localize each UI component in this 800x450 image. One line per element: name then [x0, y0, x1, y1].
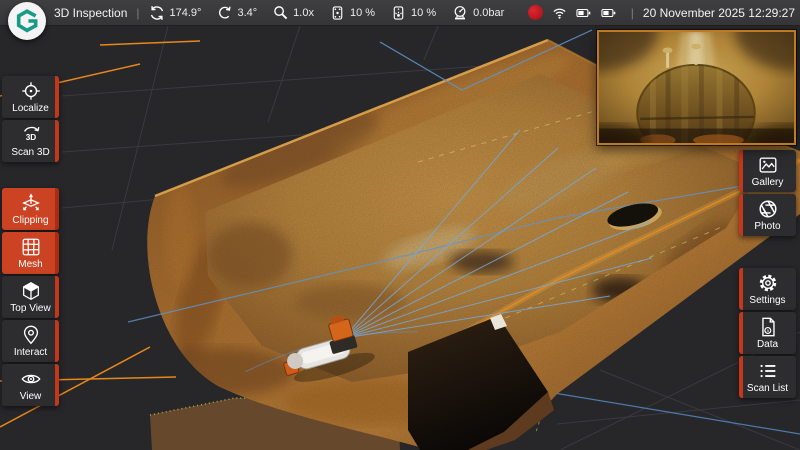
heading-readout: 174.9° [149, 5, 202, 21]
pressure-readout: 0.0bar [452, 5, 504, 21]
camera-preview-image [599, 32, 794, 143]
top-view-button[interactable]: Top View [2, 276, 59, 318]
sync-rotate-icon [149, 5, 165, 21]
gear-icon [757, 272, 779, 294]
button-label: Gallery [752, 177, 784, 188]
rear-light-value: 10 % [411, 7, 436, 19]
rear-light-icon [391, 5, 406, 21]
localize-button[interactable]: Localize [2, 76, 59, 118]
eye-icon [20, 368, 42, 390]
camera-preview[interactable] [597, 30, 796, 145]
logo-icon [14, 8, 40, 34]
scan-list-icon [757, 360, 779, 382]
photo-button[interactable]: Photo [739, 194, 796, 236]
separator: | [136, 6, 139, 20]
clipping-button[interactable]: Clipping [2, 188, 59, 230]
interact-button[interactable]: Interact [2, 320, 59, 362]
button-label: Localize [12, 103, 49, 114]
app-logo [8, 2, 46, 40]
data-file-icon: a [757, 316, 779, 338]
button-label: Interact [14, 347, 47, 358]
cube-icon [20, 280, 42, 302]
mesh-grid-icon [20, 236, 42, 258]
button-label: Clipping [12, 215, 48, 226]
svg-text:3D: 3D [25, 133, 36, 142]
battery-icon [574, 6, 593, 20]
datetime: 20 November 2025 12:29:27 [643, 6, 795, 20]
button-label: Data [757, 339, 778, 350]
record-icon [528, 5, 543, 20]
tilt-readout: 3.4° [217, 5, 257, 20]
crosshair-icon [20, 80, 42, 102]
top-status-bar: 3D Inspection | 174.9° 3.4° 1.0x [0, 0, 800, 26]
button-label: Scan 3D [11, 147, 49, 158]
settings-button[interactable]: Settings [739, 268, 796, 310]
pressure-value: 0.0bar [473, 7, 504, 19]
battery-icon [599, 6, 618, 20]
data-button[interactable]: a Data [739, 312, 796, 354]
app-title: 3D Inspection [54, 6, 127, 20]
front-light-value: 10 % [350, 7, 375, 19]
button-label: View [20, 391, 42, 402]
scan-3d-icon: 3D [20, 124, 42, 146]
separator: | [631, 6, 634, 20]
pressure-gauge-icon [452, 5, 468, 21]
app-window: 3D Inspection | 174.9° 3.4° 1.0x [0, 0, 800, 450]
clipping-plane-icon [20, 192, 42, 214]
rear-light-readout: 10 % [391, 5, 436, 21]
heading-value: 174.9° [170, 7, 202, 19]
magnifier-icon [273, 5, 288, 20]
aperture-icon [757, 198, 779, 220]
front-light-readout: 10 % [330, 5, 375, 21]
button-label: Top View [10, 303, 50, 314]
button-label: Photo [754, 221, 780, 232]
mesh-button[interactable]: Mesh [2, 232, 59, 274]
scan-3d-button[interactable]: 3D Scan 3D [2, 120, 59, 162]
front-light-icon [330, 5, 345, 21]
wifi-icon [551, 5, 568, 20]
button-label: Scan List [747, 383, 788, 394]
pin-icon [20, 324, 42, 346]
rotate-icon [217, 5, 232, 20]
view-button[interactable]: View [2, 364, 59, 406]
svg-text:a: a [766, 328, 769, 333]
button-label: Settings [749, 295, 785, 306]
button-label: Mesh [18, 259, 42, 270]
zoom-readout: 1.0x [273, 5, 314, 20]
scan-list-button[interactable]: Scan List [739, 356, 796, 398]
tilt-value: 3.4° [237, 7, 257, 19]
gallery-icon [757, 154, 779, 176]
zoom-value: 1.0x [293, 7, 314, 19]
gallery-button[interactable]: Gallery [739, 150, 796, 192]
